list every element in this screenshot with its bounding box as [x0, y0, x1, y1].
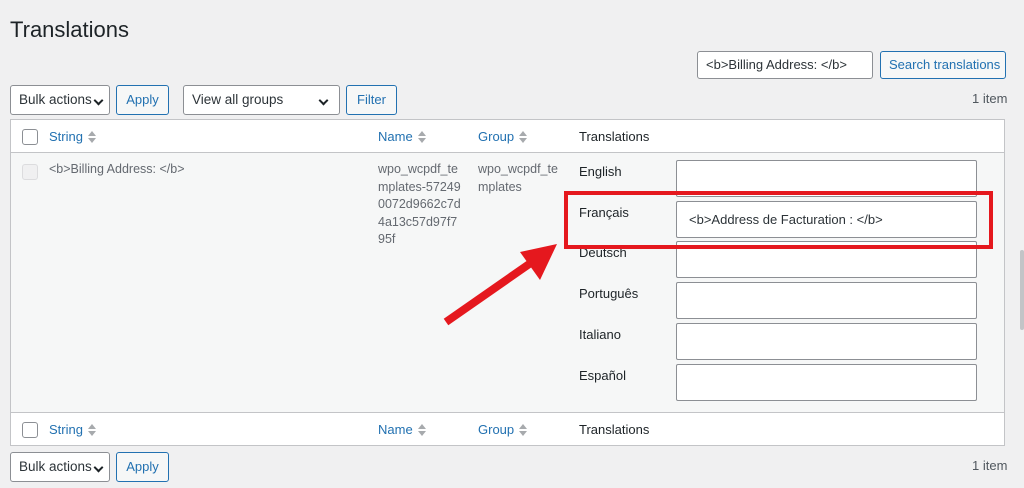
sort-icon [417, 423, 426, 436]
column-footer-name[interactable]: Name [378, 422, 426, 437]
column-header-translations: Translations [579, 129, 650, 144]
group-filter-select[interactable]: View all groups [183, 85, 340, 115]
scrollbar[interactable] [1020, 0, 1024, 488]
sort-icon [417, 130, 426, 143]
translation-input-francais[interactable]: <b>Address de Facturation : </b> [676, 201, 977, 238]
sort-icon [519, 423, 528, 436]
row-name: wpo_wcpdf_te mplates-57249 0072d9662c7d … [378, 161, 461, 249]
page-title: Translations [10, 17, 130, 42]
scrollbar-thumb[interactable] [1020, 250, 1024, 330]
translation-input-deutsch[interactable] [676, 241, 977, 278]
sort-icon [87, 423, 96, 436]
sort-icon [519, 130, 528, 143]
translations-table: String Name Group Translations <b>Billin… [10, 119, 1005, 446]
column-footer-translations: Translations [579, 422, 650, 437]
row-string: <b>Billing Address: </b> [49, 162, 185, 176]
filter-button[interactable]: Filter [346, 85, 397, 115]
row-group-line: wpo_wcpdf_te [478, 162, 558, 176]
lang-label-deutsch: Deutsch [579, 245, 627, 260]
translation-input-english[interactable] [676, 160, 977, 197]
chevron-down-icon [93, 95, 104, 106]
items-count-bottom: 1 item [972, 458, 1008, 473]
search-input[interactable]: <b>Billing Address: </b> [697, 51, 873, 79]
translation-input-italiano[interactable] [676, 323, 977, 360]
row-group-line: mplates [478, 179, 522, 194]
select-all-checkbox[interactable] [22, 129, 38, 145]
chevron-down-icon [318, 95, 329, 106]
translation-input-espanol[interactable] [676, 364, 977, 401]
row-checkbox [22, 164, 38, 180]
column-footer-group[interactable]: Group [478, 422, 528, 437]
chevron-down-icon [93, 462, 104, 473]
bulk-actions-select-bottom[interactable]: Bulk actions [10, 452, 110, 482]
translation-input-portugues[interactable] [676, 282, 977, 319]
table-footer: String Name Group Translations [11, 412, 1004, 445]
row-name-line: 95f [378, 232, 396, 246]
row-name-line: 0072d9662c7d [378, 197, 461, 211]
bulk-actions-select[interactable]: Bulk actions [10, 85, 110, 115]
lang-label-espanol: Español [579, 368, 626, 383]
select-all-checkbox-footer[interactable] [22, 422, 38, 438]
column-header-name[interactable]: Name [378, 129, 426, 144]
lang-label-english: English [579, 164, 622, 179]
bulk-actions-label: Bulk actions [19, 92, 92, 107]
row-name-line: mplates-57249 [378, 179, 461, 194]
column-header-group[interactable]: Group [478, 129, 528, 144]
bulk-actions-label: Bulk actions [19, 459, 92, 474]
column-header-label: String [49, 129, 83, 144]
row-name-line: 4a13c57d97f7 [378, 214, 458, 229]
lang-label-italiano: Italiano [579, 327, 621, 342]
column-header-label: String [49, 422, 83, 437]
row-name-line: wpo_wcpdf_te [378, 162, 458, 176]
group-filter-label: View all groups [192, 92, 284, 107]
lang-label-portugues: Português [579, 286, 639, 301]
sort-icon [87, 130, 96, 143]
items-count: 1 item [972, 91, 1008, 106]
apply-button-bottom[interactable]: Apply [116, 452, 169, 482]
column-footer-string[interactable]: String [49, 422, 96, 437]
table-row: <b>Billing Address: </b> wpo_wcpdf_te mp… [11, 153, 1004, 412]
column-header-label: Name [378, 129, 413, 144]
column-header-string[interactable]: String [49, 129, 96, 144]
table-header: String Name Group Translations [11, 120, 1004, 153]
row-group: wpo_wcpdf_te mplates [478, 161, 558, 196]
column-header-label: Group [478, 129, 515, 144]
search-translations-button[interactable]: Search translations [880, 51, 1006, 79]
column-header-label: Group [478, 422, 515, 437]
lang-label-francais: Français [579, 205, 629, 220]
apply-button[interactable]: Apply [116, 85, 169, 115]
column-header-label: Name [378, 422, 413, 437]
